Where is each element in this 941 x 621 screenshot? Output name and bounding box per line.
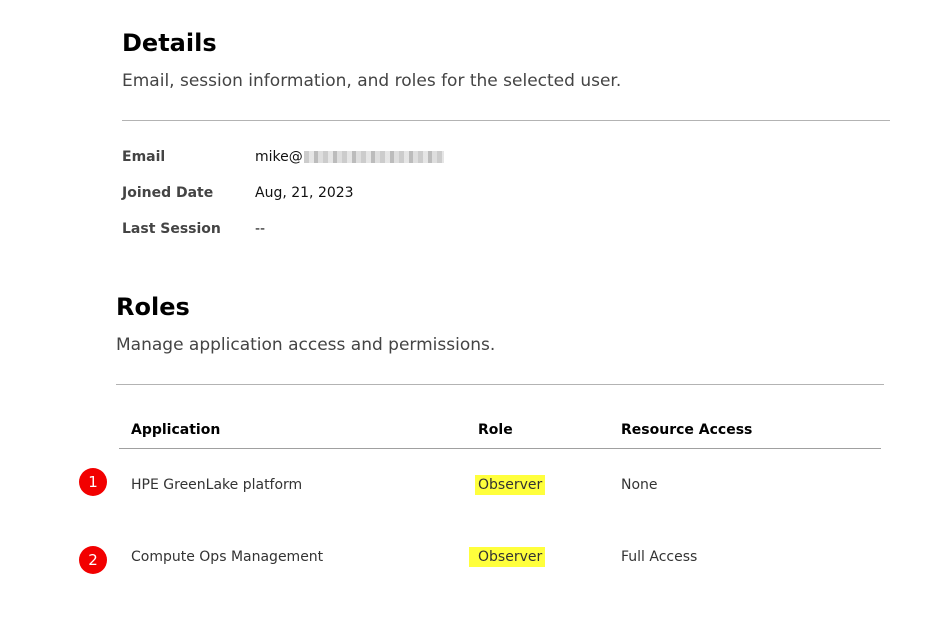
step-marker-1: 1 [79,468,107,496]
column-header-resource-access: Resource Access [621,422,753,438]
details-divider [122,120,890,121]
email-label: Email [122,149,166,165]
row-2-role[interactable]: Observer [469,547,546,567]
table-header-divider [119,448,881,449]
row-1-role[interactable]: Observer [475,475,546,495]
row-1-role-highlight: Observer [475,475,546,495]
column-header-role: Role [478,422,513,438]
email-value: mike@ [255,148,444,166]
row-2-resource-access: Full Access [621,549,698,565]
email-redacted-block [303,151,444,163]
email-visible-text: mike@ [255,149,303,165]
row-2-role-highlight: Observer [469,547,546,567]
details-subtitle: Email, session information, and roles fo… [122,71,622,91]
row-1-application[interactable]: HPE GreenLake platform [131,476,302,494]
row-1-resource-access: None [621,477,658,493]
roles-heading: Roles [116,293,190,321]
last-session-label: Last Session [122,221,221,237]
step-marker-2: 2 [79,546,107,574]
roles-subtitle: Manage application access and permission… [116,335,496,355]
column-header-application: Application [131,422,221,438]
last-session-value: -- [255,221,266,237]
roles-divider [116,384,884,385]
joined-date-value: Aug, 21, 2023 [255,185,354,201]
row-2-application[interactable]: Compute Ops Management [131,548,323,566]
details-heading: Details [122,29,217,57]
joined-date-label: Joined Date [122,185,214,201]
